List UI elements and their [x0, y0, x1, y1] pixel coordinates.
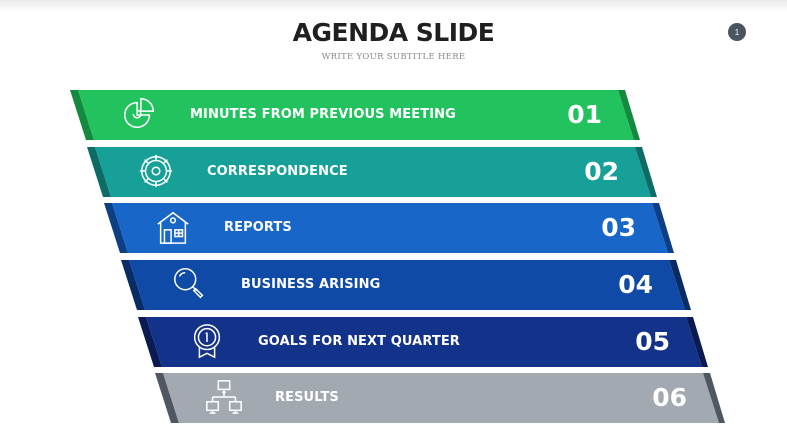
agenda-item[interactable]: MINUTES FROM PREVIOUS MEETING 01: [70, 90, 640, 140]
network-icon: [206, 380, 242, 414]
slide-subtitle: WRITE YOUR SUBTITLE HERE: [321, 52, 466, 62]
agenda-item-label: CORRESPONDENCE: [207, 164, 348, 179]
agenda-item-label: REPORTS: [224, 220, 292, 235]
agenda-item-label: GOALS FOR NEXT QUARTER: [258, 334, 460, 349]
magnifier-icon: [174, 268, 204, 299]
slide-title: AGENDA SLIDE: [292, 18, 495, 47]
gear-icon: [139, 154, 173, 188]
agenda-item[interactable]: REPORTS 03: [104, 203, 674, 253]
agenda-item-label: RESULTS: [275, 390, 339, 405]
agenda-item-number: 04: [618, 270, 653, 299]
agenda-item[interactable]: BUSINESS ARISING 04: [121, 260, 691, 310]
agenda-item-number: 06: [652, 383, 687, 412]
agenda-item-number: 01: [567, 100, 602, 129]
agenda-item-label: MINUTES FROM PREVIOUS MEETING: [190, 107, 456, 122]
page-number-badge[interactable]: 1: [728, 23, 746, 41]
agenda-item-number: 02: [584, 157, 619, 186]
pie-chart-icon: [124, 98, 155, 129]
house-icon: [157, 211, 189, 244]
agenda-item-number: 05: [635, 327, 670, 356]
award-icon: [193, 324, 221, 359]
top-shadow-bar: [0, 0, 787, 12]
agenda-item[interactable]: RESULTS 06: [155, 373, 725, 423]
agenda-item[interactable]: GOALS FOR NEXT QUARTER 05: [138, 317, 708, 367]
agenda-item-label: BUSINESS ARISING: [241, 277, 381, 292]
agenda-item[interactable]: CORRESPONDENCE 02: [87, 147, 657, 197]
agenda-item-number: 03: [601, 213, 636, 242]
